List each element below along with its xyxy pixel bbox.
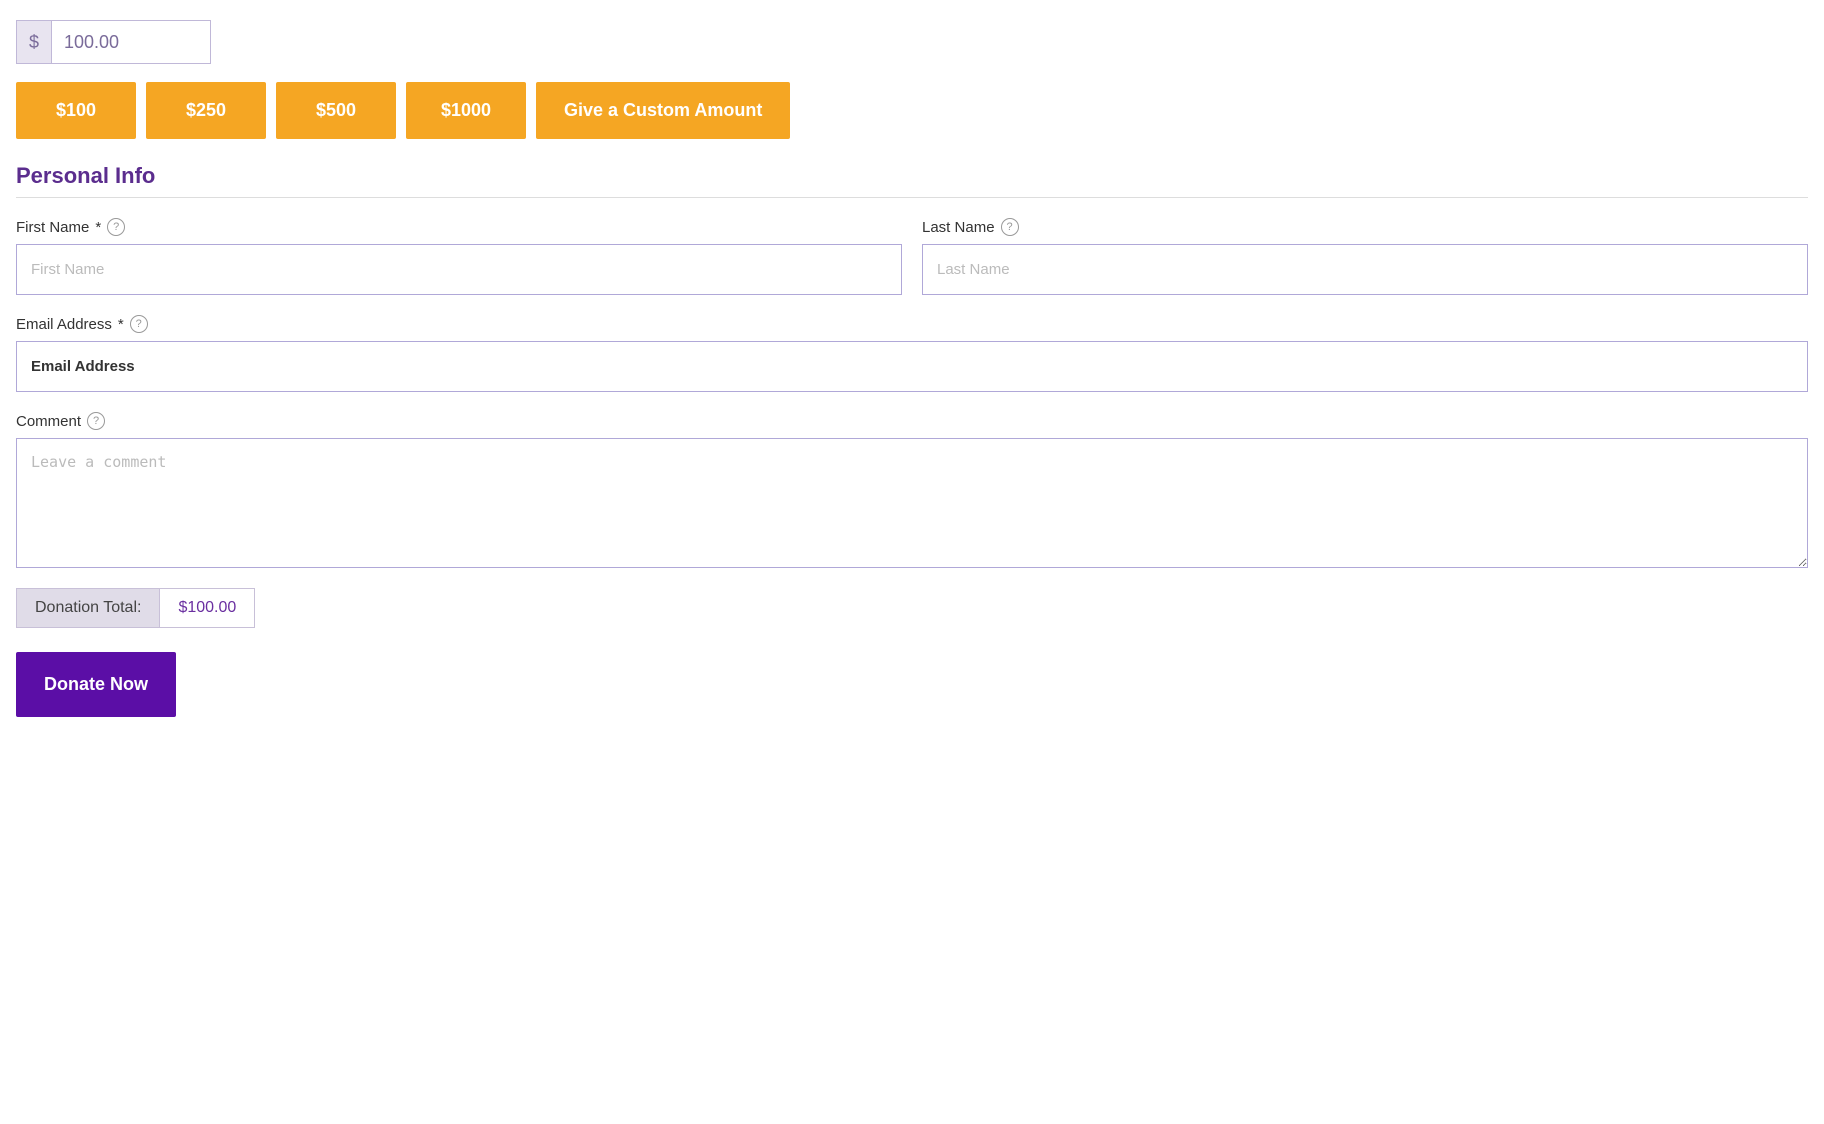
email-required: * <box>118 316 124 333</box>
donation-total-value: $100.00 <box>159 588 255 628</box>
amount-input-row: $ <box>16 20 1808 64</box>
preset-btn-custom[interactable]: Give a Custom Amount <box>536 82 790 139</box>
dollar-sign: $ <box>16 20 51 64</box>
comment-row: Comment ? <box>16 412 1808 568</box>
email-row: Email Address * ? <box>16 315 1808 392</box>
name-fields-row: First Name * ? Last Name ? <box>16 218 1808 295</box>
email-input[interactable] <box>16 341 1808 392</box>
last-name-input[interactable] <box>922 244 1808 295</box>
last-name-label: Last Name ? <box>922 218 1808 236</box>
comment-group: Comment ? <box>16 412 1808 568</box>
preset-btn-100[interactable]: $100 <box>16 82 136 139</box>
personal-info-title: Personal Info <box>16 163 1808 189</box>
preset-btn-250[interactable]: $250 <box>146 82 266 139</box>
first-name-input[interactable] <box>16 244 902 295</box>
first-name-group: First Name * ? <box>16 218 902 295</box>
preset-buttons-row: $100 $250 $500 $1000 Give a Custom Amoun… <box>16 82 1808 139</box>
donation-total-row: Donation Total: $100.00 <box>16 588 1808 628</box>
comment-label: Comment ? <box>16 412 1808 430</box>
donation-total-label: Donation Total: <box>16 588 159 628</box>
first-name-required: * <box>95 219 101 236</box>
last-name-help-icon[interactable]: ? <box>1001 218 1019 236</box>
preset-btn-500[interactable]: $500 <box>276 82 396 139</box>
comment-help-icon[interactable]: ? <box>87 412 105 430</box>
email-group: Email Address * ? <box>16 315 1808 392</box>
personal-info-section: Personal Info First Name * ? Last Name ?… <box>16 163 1808 568</box>
comment-textarea[interactable] <box>16 438 1808 568</box>
last-name-group: Last Name ? <box>922 218 1808 295</box>
email-help-icon[interactable]: ? <box>130 315 148 333</box>
first-name-label: First Name * ? <box>16 218 902 236</box>
preset-btn-1000[interactable]: $1000 <box>406 82 526 139</box>
donate-now-button[interactable]: Donate Now <box>16 652 176 717</box>
amount-input[interactable] <box>51 20 211 64</box>
email-label: Email Address * ? <box>16 315 1808 333</box>
first-name-help-icon[interactable]: ? <box>107 218 125 236</box>
section-divider <box>16 197 1808 198</box>
